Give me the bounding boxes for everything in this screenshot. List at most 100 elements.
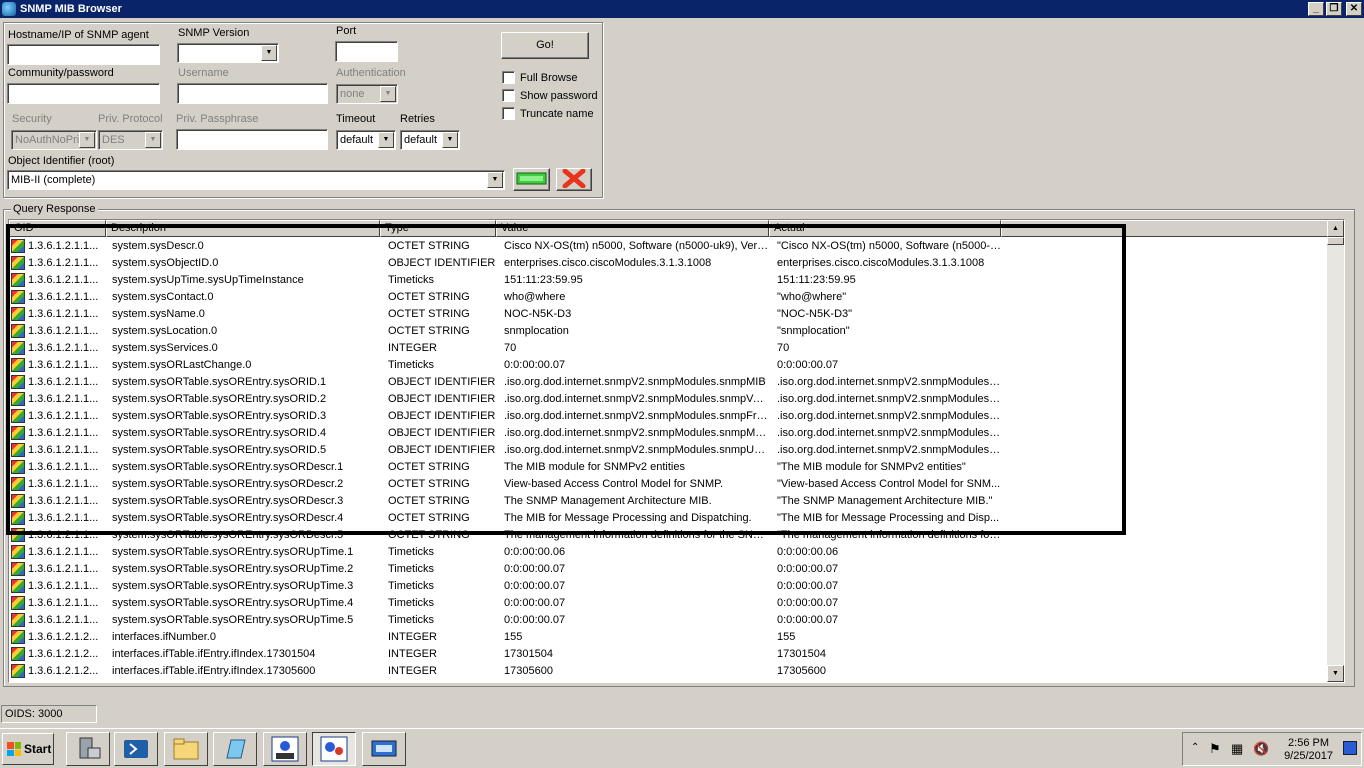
notepad-icon[interactable] bbox=[213, 732, 257, 766]
table-row[interactable]: 1.3.6.1.2.1.1... system.sysContact.0 OCTET… bbox=[9, 288, 1329, 305]
table-row[interactable]: 1.3.6.1.2.1.1... system.sysORTable.sysORE… bbox=[9, 526, 1329, 543]
server-manager-icon[interactable] bbox=[66, 732, 110, 766]
start-button[interactable]: Start bbox=[2, 733, 54, 765]
refresh-button[interactable] bbox=[513, 168, 550, 191]
query-response-list[interactable]: OID Description Type Value Actual 1.3.6.… bbox=[8, 219, 1345, 683]
show-desktop-icon[interactable] bbox=[1343, 741, 1357, 755]
table-row[interactable]: 1.3.6.1.2.1.1... system.sysORTable.sysORE… bbox=[9, 594, 1329, 611]
table-row[interactable]: 1.3.6.1.2.1.1... system.sysORTable.sysORE… bbox=[9, 458, 1329, 475]
table-row[interactable]: 1.3.6.1.2.1.1... system.sysORTable.sysORE… bbox=[9, 543, 1329, 560]
table-row[interactable]: 1.3.6.1.2.1.1... system.sysORTable.sysORE… bbox=[9, 509, 1329, 526]
chevron-down-icon[interactable]: ▼ bbox=[380, 86, 396, 102]
column-header-description[interactable]: Description bbox=[106, 220, 380, 237]
network-tool-icon[interactable] bbox=[263, 732, 307, 766]
chevron-down-icon[interactable]: ▼ bbox=[145, 132, 161, 148]
table-row[interactable]: 1.3.6.1.2.1.1... system.sysORTable.sysORE… bbox=[9, 441, 1329, 458]
go-button[interactable]: Go! bbox=[501, 32, 589, 59]
clock[interactable]: 2:56 PM 9/25/2017 bbox=[1284, 737, 1333, 763]
table-row[interactable]: 1.3.6.1.2.1.2... interfaces.ifTable.ifEnt… bbox=[9, 662, 1329, 679]
show-hidden-icons-icon[interactable]: ⌃ bbox=[1191, 742, 1199, 753]
oid-root-select[interactable]: MIB-II (complete) ▼ bbox=[7, 170, 505, 190]
table-row[interactable]: 1.3.6.1.2.1.1... system.sysName.0 OCTET ST… bbox=[9, 305, 1329, 322]
volume-muted-icon[interactable]: 🔇 bbox=[1253, 741, 1269, 757]
table-row[interactable]: 1.3.6.1.2.1.1... system.sysServices.0 INTE… bbox=[9, 339, 1329, 356]
chevron-down-icon[interactable]: ▼ bbox=[487, 172, 503, 188]
chevron-down-icon[interactable]: ▼ bbox=[442, 132, 458, 148]
server-icon bbox=[79, 737, 101, 759]
community-input[interactable] bbox=[7, 83, 160, 104]
checkbox-box[interactable] bbox=[502, 107, 515, 120]
stop-button[interactable] bbox=[556, 168, 592, 191]
actual-cell: 0:0:00:00.07 bbox=[777, 562, 839, 575]
column-header-actual[interactable]: Actual bbox=[769, 220, 1001, 237]
mib-node-icon bbox=[11, 476, 25, 491]
hostname-input[interactable] bbox=[7, 44, 160, 65]
priv-passphrase-input[interactable] bbox=[176, 129, 328, 150]
taskbar: Start ⌃ ⚑ ▦ 🔇 2:56 PM 9/25/2017 bbox=[0, 728, 1364, 768]
table-row[interactable]: 1.3.6.1.2.1.1... system.sysORTable.sysORE… bbox=[9, 611, 1329, 628]
column-header-oid[interactable]: OID bbox=[9, 220, 106, 237]
checkbox-box[interactable] bbox=[502, 89, 515, 102]
table-row[interactable]: 1.3.6.1.2.1.1... system.sysLocation.0 OCTE… bbox=[9, 322, 1329, 339]
chevron-down-icon[interactable]: ▼ bbox=[378, 132, 394, 148]
mib-browser-task-icon[interactable] bbox=[312, 732, 356, 766]
value-cell: 0:0:00:00.06 bbox=[504, 545, 566, 558]
table-row[interactable]: 1.3.6.1.2.1.1... system.sysORTable.sysORE… bbox=[9, 407, 1329, 424]
powershell-icon[interactable] bbox=[114, 732, 158, 766]
authentication-select[interactable]: none ▼ bbox=[336, 84, 398, 104]
scroll-up-icon[interactable]: ▲ bbox=[1327, 220, 1344, 237]
timeout-select[interactable]: default ▼ bbox=[336, 130, 396, 150]
value-cell: 70 bbox=[504, 341, 517, 354]
oid-cell: 1.3.6.1.2.1.1... bbox=[9, 493, 106, 508]
table-row[interactable]: 1.3.6.1.2.1.1... system.sysORTable.sysORE… bbox=[9, 475, 1329, 492]
table-row[interactable]: 1.3.6.1.2.1.1... system.sysORTable.sysORE… bbox=[9, 373, 1329, 390]
table-row[interactable]: 1.3.6.1.2.1.2... interfaces.ifTable.ifEnt… bbox=[9, 645, 1329, 662]
retries-select[interactable]: default ▼ bbox=[400, 130, 460, 150]
chevron-down-icon[interactable]: ▼ bbox=[79, 132, 95, 148]
table-row[interactable]: 1.3.6.1.2.1.1... system.sysORTable.sysORE… bbox=[9, 560, 1329, 577]
table-row[interactable]: 1.3.6.1.2.1.1... system.sysORTable.sysORE… bbox=[9, 424, 1329, 441]
table-row[interactable]: 1.3.6.1.2.1.1... system.sysORLastChange.0… bbox=[9, 356, 1329, 373]
restore-button[interactable]: ❐ bbox=[1326, 2, 1342, 16]
timeout-label: Timeout bbox=[336, 113, 376, 125]
table-row[interactable]: 1.3.6.1.2.1.1... system.sysORTable.sysORE… bbox=[9, 577, 1329, 594]
network-icon[interactable]: ▦ bbox=[1231, 741, 1243, 757]
mib-node-icon bbox=[11, 357, 25, 372]
truncate-name-checkbox[interactable]: Truncate name bbox=[502, 107, 594, 120]
show-password-checkbox[interactable]: Show password bbox=[502, 89, 598, 102]
system-tray: ⌃ ⚑ ▦ 🔇 2:56 PM 9/25/2017 bbox=[1182, 732, 1362, 766]
minimize-button[interactable]: _ bbox=[1308, 2, 1324, 16]
username-input[interactable] bbox=[177, 83, 328, 104]
table-row[interactable]: 1.3.6.1.2.1.1... system.sysDescr.0 OCTET S… bbox=[9, 237, 1329, 254]
priv-protocol-select[interactable]: DES ▼ bbox=[98, 130, 163, 150]
port-input[interactable] bbox=[335, 41, 398, 62]
checkbox-box[interactable] bbox=[502, 71, 515, 84]
oid-cell: 1.3.6.1.2.1.1... bbox=[9, 476, 106, 491]
table-row[interactable]: 1.3.6.1.2.1.1... system.sysUpTime.sysUpTi… bbox=[9, 271, 1329, 288]
description-cell: system.sysORTable.sysOREntry.sysORUpTime… bbox=[112, 545, 354, 558]
vertical-scrollbar[interactable]: ▲ ▼ bbox=[1327, 220, 1344, 682]
value-cell: .iso.org.dod.internet.snmpV2.snmpModules… bbox=[504, 426, 769, 439]
scroll-thumb[interactable] bbox=[1327, 237, 1344, 245]
security-select[interactable]: NoAuthNoPriv ▼ bbox=[11, 130, 97, 150]
table-row[interactable]: 1.3.6.1.2.1.2... interfaces.ifNumber.0 INT… bbox=[9, 628, 1329, 645]
action-center-flag-icon[interactable]: ⚑ bbox=[1209, 741, 1221, 757]
type-cell: OCTET STRING bbox=[388, 239, 470, 252]
oid-text: 1.3.6.1.2.1.1... bbox=[28, 596, 99, 609]
table-row[interactable]: 1.3.6.1.2.1.1... system.sysObjectID.0 OBJE… bbox=[9, 254, 1329, 271]
column-header-type[interactable]: Type bbox=[380, 220, 496, 237]
table-row[interactable]: 1.3.6.1.2.1.1... system.sysORTable.sysORE… bbox=[9, 390, 1329, 407]
close-button[interactable]: ✕ bbox=[1346, 2, 1362, 16]
table-row[interactable]: 1.3.6.1.2.1.1... system.sysORTable.sysORE… bbox=[9, 492, 1329, 509]
chevron-down-icon[interactable]: ▼ bbox=[261, 45, 277, 61]
port-label: Port bbox=[336, 25, 357, 37]
explorer-icon[interactable] bbox=[164, 732, 208, 766]
scroll-down-icon[interactable]: ▼ bbox=[1327, 665, 1344, 682]
mib-node-icon bbox=[11, 238, 25, 253]
snmp-version-select[interactable]: ▼ bbox=[177, 43, 279, 63]
column-header-value[interactable]: Value bbox=[496, 220, 769, 237]
description-cell: system.sysORTable.sysOREntry.sysORDescr.… bbox=[112, 528, 344, 541]
remote-desktop-icon[interactable] bbox=[362, 732, 406, 766]
full-browse-checkbox[interactable]: Full Browse bbox=[502, 71, 577, 84]
actual-cell: 17305600 bbox=[777, 664, 826, 677]
